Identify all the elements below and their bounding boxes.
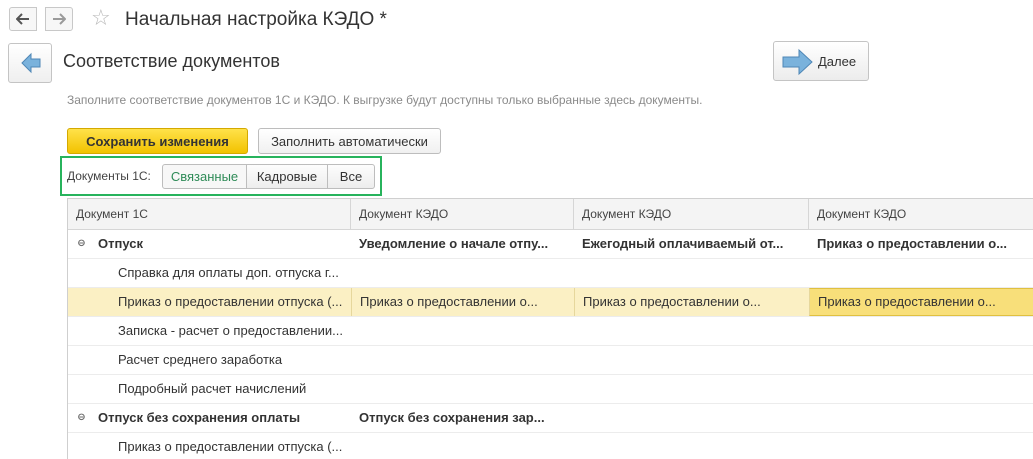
column-header-kedo-1[interactable]: Документ КЭДО (351, 199, 574, 230)
table-cell[interactable] (574, 346, 809, 374)
step-title: Соответствие документов (63, 51, 280, 71)
filter-all[interactable]: Все (327, 164, 375, 189)
table-group-row[interactable]: Отпуск Уведомление о начале отпу... Ежегод… (68, 230, 1033, 259)
table-row[interactable]: Справка для оплаты доп. отпуска г... (68, 259, 1033, 288)
window-title: Начальная настройка КЭДО * (125, 9, 387, 30)
table-cell[interactable] (574, 433, 809, 459)
instruction-text: Заполните соответствие документов 1С и К… (67, 93, 703, 107)
arrow-right-icon (53, 13, 66, 25)
table-cell[interactable]: Справка для оплаты доп. отпуска г... (68, 259, 351, 287)
table-cell[interactable] (351, 259, 574, 287)
table-row[interactable]: Приказ о предоставлении отпуска (... (68, 433, 1033, 459)
arrow-left-icon (16, 13, 29, 25)
collapse-icon[interactable]: ⊖ (77, 239, 86, 249)
table-cell[interactable]: Отпуск (68, 230, 351, 258)
table-cell[interactable]: Подробный расчет начислений (68, 375, 351, 403)
nav-forward-button[interactable] (45, 7, 73, 31)
table-cell[interactable] (574, 259, 809, 287)
star-icon[interactable]: ☆ (91, 6, 111, 30)
table-cell[interactable]: Отпуск без сохранения зар... (351, 404, 574, 432)
column-header-kedo-2[interactable]: Документ КЭДО (574, 199, 809, 230)
column-header-kedo-3[interactable]: Документ КЭДО (809, 199, 1033, 230)
table-cell[interactable] (809, 375, 1033, 403)
table-cell[interactable]: Уведомление о начале отпу... (351, 230, 574, 258)
nav-back-button[interactable] (9, 7, 37, 31)
table-cell[interactable] (351, 317, 574, 345)
table-cell[interactable]: Приказ о предоставлении о... (809, 230, 1033, 258)
table-cell[interactable] (574, 317, 809, 345)
save-changes-button[interactable]: Сохранить изменения (67, 128, 248, 154)
table-cell[interactable]: Приказ о предоставлении о... (574, 288, 809, 316)
table-cell[interactable]: Приказ о предоставлении о... (351, 288, 574, 316)
table-cell[interactable] (809, 404, 1033, 432)
table-cell[interactable] (809, 346, 1033, 374)
table-cell[interactable]: Приказ о предоставлении о... (809, 288, 1033, 316)
table-group-row[interactable]: Отпуск без сохранения оплаты Отпуск без с… (68, 404, 1033, 433)
table-cell[interactable]: Записка - расчет о предоставлении... (68, 317, 351, 345)
table-cell[interactable] (351, 346, 574, 374)
column-header-1c[interactable]: Документ 1С (68, 199, 351, 230)
table-cell[interactable]: Приказ о предоставлении отпуска (... (68, 288, 351, 316)
table-cell[interactable] (351, 433, 574, 459)
big-arrow-right-icon (782, 48, 813, 76)
filter-hr[interactable]: Кадровые (246, 164, 328, 189)
table-row[interactable]: Записка - расчет о предоставлении... (68, 317, 1033, 346)
next-button[interactable]: Далее (773, 41, 869, 81)
table-cell[interactable] (809, 433, 1033, 459)
table-row[interactable]: Подробный расчет начислений (68, 375, 1033, 404)
table-cell[interactable] (574, 404, 809, 432)
table-cell[interactable]: Отпуск без сохранения оплаты (68, 404, 351, 432)
filter-label: Документы 1С: (67, 169, 151, 183)
documents-table: Документ 1С Документ КЭДО Документ КЭДО … (67, 198, 1033, 459)
table-cell[interactable] (809, 317, 1033, 345)
big-arrow-left-icon (21, 52, 41, 74)
table-cell[interactable] (574, 375, 809, 403)
next-label: Далее (818, 54, 857, 69)
table-cell[interactable]: Ежегодный оплачиваемый от... (574, 230, 809, 258)
table-row[interactable]: Приказ о предоставлении отпуска (... Прик… (68, 288, 1033, 317)
filter-linked[interactable]: Связанные (162, 164, 247, 189)
table-cell[interactable] (809, 259, 1033, 287)
table-cell[interactable] (351, 375, 574, 403)
autofill-button[interactable]: Заполнить автоматически (258, 128, 441, 154)
table-cell[interactable]: Приказ о предоставлении отпуска (... (68, 433, 351, 459)
step-back-button[interactable] (8, 43, 52, 83)
table-row[interactable]: Расчет среднего заработка (68, 346, 1033, 375)
table-cell[interactable]: Расчет среднего заработка (68, 346, 351, 374)
collapse-icon[interactable]: ⊖ (77, 413, 86, 423)
